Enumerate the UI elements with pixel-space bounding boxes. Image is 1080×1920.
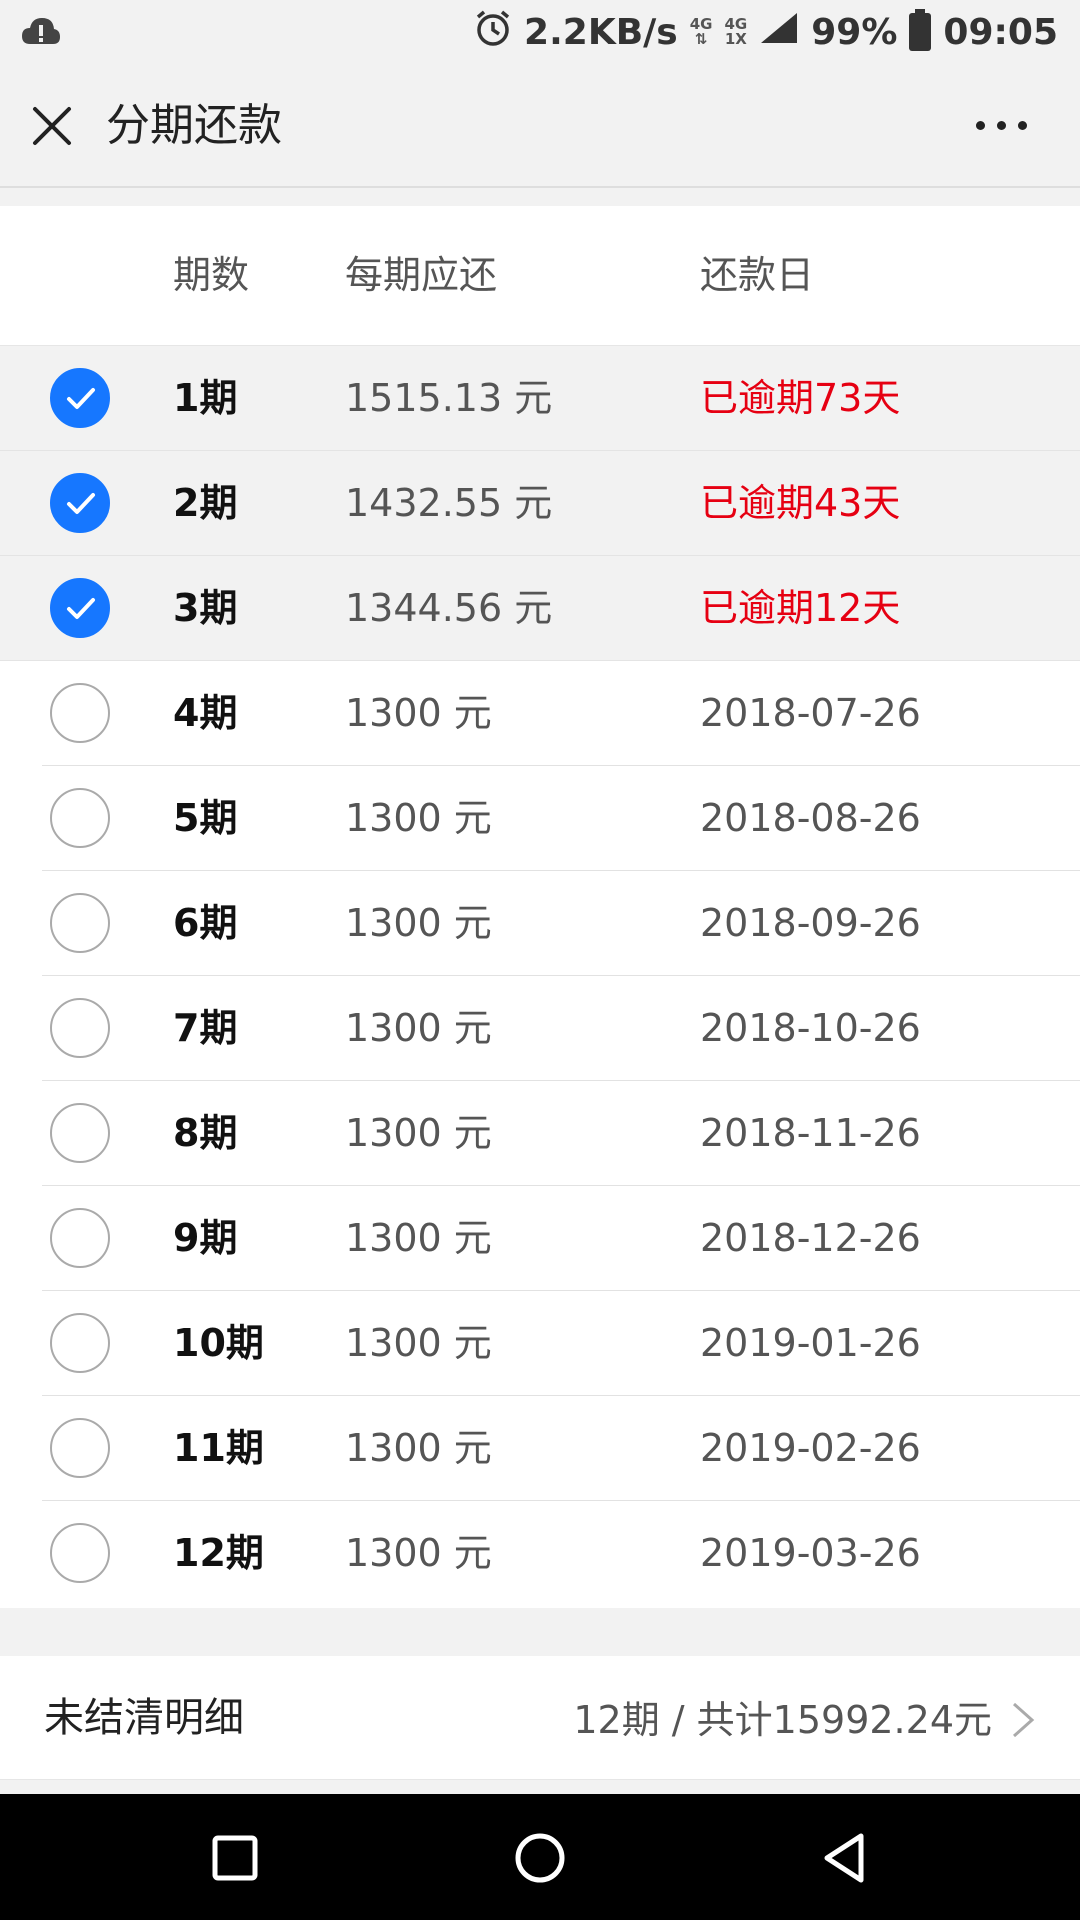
row-period: 11期 xyxy=(173,1426,264,1470)
net-speed: 2.2KB/s xyxy=(524,11,678,53)
row-due-date: 2018-08-26 xyxy=(700,796,921,840)
status-bar: 2.2KB/s 4G ⇅ 4G 1X 99% 09:05 xyxy=(0,0,1080,64)
row-due-date: 2019-03-26 xyxy=(700,1531,921,1575)
checkbox-checked[interactable] xyxy=(50,368,110,428)
home-icon[interactable] xyxy=(510,1828,570,1888)
table-row[interactable]: 6期 1300 元 2018-09-26 xyxy=(0,871,1080,976)
row-amount: 1300 元 xyxy=(345,1531,492,1575)
checkmark-icon xyxy=(67,493,95,514)
row-period: 7期 xyxy=(173,1006,238,1050)
battery-icon xyxy=(909,9,932,51)
checkbox-unchecked[interactable] xyxy=(50,1208,110,1268)
unsettled-detail-row[interactable]: 未结清明细 12期 / 共计15992.24元 xyxy=(0,1656,1080,1780)
table-row[interactable]: 2期 1432.55 元 已逾期43天 xyxy=(0,451,1080,556)
signal-icon xyxy=(759,11,799,54)
row-period: 6期 xyxy=(173,901,238,945)
checkbox-checked[interactable] xyxy=(50,473,110,533)
nav-bar: 分期还款 xyxy=(0,64,1080,188)
header-date: 还款日 xyxy=(700,253,815,297)
system-nav-bar xyxy=(0,1794,1080,1920)
checkmark-icon xyxy=(67,388,95,409)
chevron-right-icon xyxy=(1008,1700,1038,1740)
header-amount: 每期应还 xyxy=(345,253,498,297)
row-overdue-status: 已逾期73天 xyxy=(700,376,901,420)
row-due-date: 2018-12-26 xyxy=(700,1216,921,1260)
row-amount: 1300 元 xyxy=(345,1111,492,1155)
cloud-alert-icon xyxy=(20,14,62,52)
row-amount: 1300 元 xyxy=(345,1006,492,1050)
table-row[interactable]: 8期 1300 元 2018-11-26 xyxy=(0,1081,1080,1186)
row-period: 2期 xyxy=(173,481,238,525)
checkbox-unchecked[interactable] xyxy=(50,998,110,1058)
table-row[interactable]: 11期 1300 元 2019-02-26 xyxy=(0,1396,1080,1501)
checkbox-unchecked[interactable] xyxy=(50,1418,110,1478)
row-period: 8期 xyxy=(173,1111,238,1155)
row-period: 3期 xyxy=(173,586,238,630)
row-amount: 1300 元 xyxy=(345,1216,492,1260)
clock-time: 09:05 xyxy=(943,11,1058,53)
row-period: 9期 xyxy=(173,1216,238,1260)
checkbox-unchecked[interactable] xyxy=(50,788,110,848)
row-period: 10期 xyxy=(173,1321,264,1365)
row-amount: 1432.55 元 xyxy=(345,481,553,525)
row-due-date: 2018-07-26 xyxy=(700,691,921,735)
recent-apps-icon[interactable] xyxy=(205,1828,265,1888)
row-due-date: 2018-10-26 xyxy=(700,1006,921,1050)
battery-level: 99% xyxy=(811,11,898,53)
back-icon[interactable] xyxy=(815,1828,875,1888)
row-due-date: 2018-09-26 xyxy=(700,901,921,945)
row-amount: 1344.56 元 xyxy=(345,586,553,630)
close-icon[interactable] xyxy=(30,104,74,148)
net-type-1: 4G ⇅ xyxy=(689,15,713,48)
row-amount: 1300 元 xyxy=(345,1426,492,1470)
row-period: 1期 xyxy=(173,376,238,420)
alarm-clock-icon xyxy=(474,9,512,56)
row-period: 4期 xyxy=(173,691,238,735)
row-period: 12期 xyxy=(173,1531,264,1575)
table-row[interactable]: 3期 1344.56 元 已逾期12天 xyxy=(0,556,1080,661)
row-amount: 1300 元 xyxy=(345,796,492,840)
row-due-date: 2019-01-26 xyxy=(700,1321,921,1365)
summary-label: 未结清明细 xyxy=(44,1695,244,1741)
row-period: 5期 xyxy=(173,796,238,840)
net-type-2: 4G 1X xyxy=(724,15,748,48)
page-title: 分期还款 xyxy=(106,100,282,151)
row-overdue-status: 已逾期12天 xyxy=(700,586,901,630)
installment-table: 期数 每期应还 还款日 1期 1515.13 元 已逾期73天 2期 1432.55 元… xyxy=(0,206,1080,1608)
row-amount: 1300 元 xyxy=(345,901,492,945)
row-due-date: 2018-11-26 xyxy=(700,1111,921,1155)
checkbox-unchecked[interactable] xyxy=(50,1103,110,1163)
row-amount: 1300 元 xyxy=(345,1321,492,1365)
table-row[interactable]: 7期 1300 元 2018-10-26 xyxy=(0,976,1080,1081)
row-amount: 1515.13 元 xyxy=(345,376,553,420)
row-overdue-status: 已逾期43天 xyxy=(700,481,901,525)
checkmark-icon xyxy=(67,598,95,619)
header-period: 期数 xyxy=(173,253,250,297)
table-row[interactable]: 4期 1300 元 2018-07-26 xyxy=(0,661,1080,766)
checkbox-unchecked[interactable] xyxy=(50,1313,110,1373)
table-row[interactable]: 1期 1515.13 元 已逾期73天 xyxy=(0,346,1080,451)
table-row[interactable]: 9期 1300 元 2018-12-26 xyxy=(0,1186,1080,1291)
table-row[interactable]: 5期 1300 元 2018-08-26 xyxy=(0,766,1080,871)
row-due-date: 2019-02-26 xyxy=(700,1426,921,1470)
table-body: 1期 1515.13 元 已逾期73天 2期 1432.55 元 已逾期43天 3期 1344… xyxy=(0,346,1080,1606)
checkbox-unchecked[interactable] xyxy=(50,893,110,953)
summary-value: 12期 / 共计15992.24元 xyxy=(573,1698,992,1742)
checkbox-unchecked[interactable] xyxy=(50,1523,110,1583)
row-amount: 1300 元 xyxy=(345,691,492,735)
table-row[interactable]: 10期 1300 元 2019-01-26 xyxy=(0,1291,1080,1396)
more-dots-icon[interactable] xyxy=(976,110,1032,140)
table-header: 期数 每期应还 还款日 xyxy=(0,206,1080,346)
checkbox-unchecked[interactable] xyxy=(50,683,110,743)
checkbox-checked[interactable] xyxy=(50,578,110,638)
table-row[interactable]: 12期 1300 元 2019-03-26 xyxy=(0,1501,1080,1606)
